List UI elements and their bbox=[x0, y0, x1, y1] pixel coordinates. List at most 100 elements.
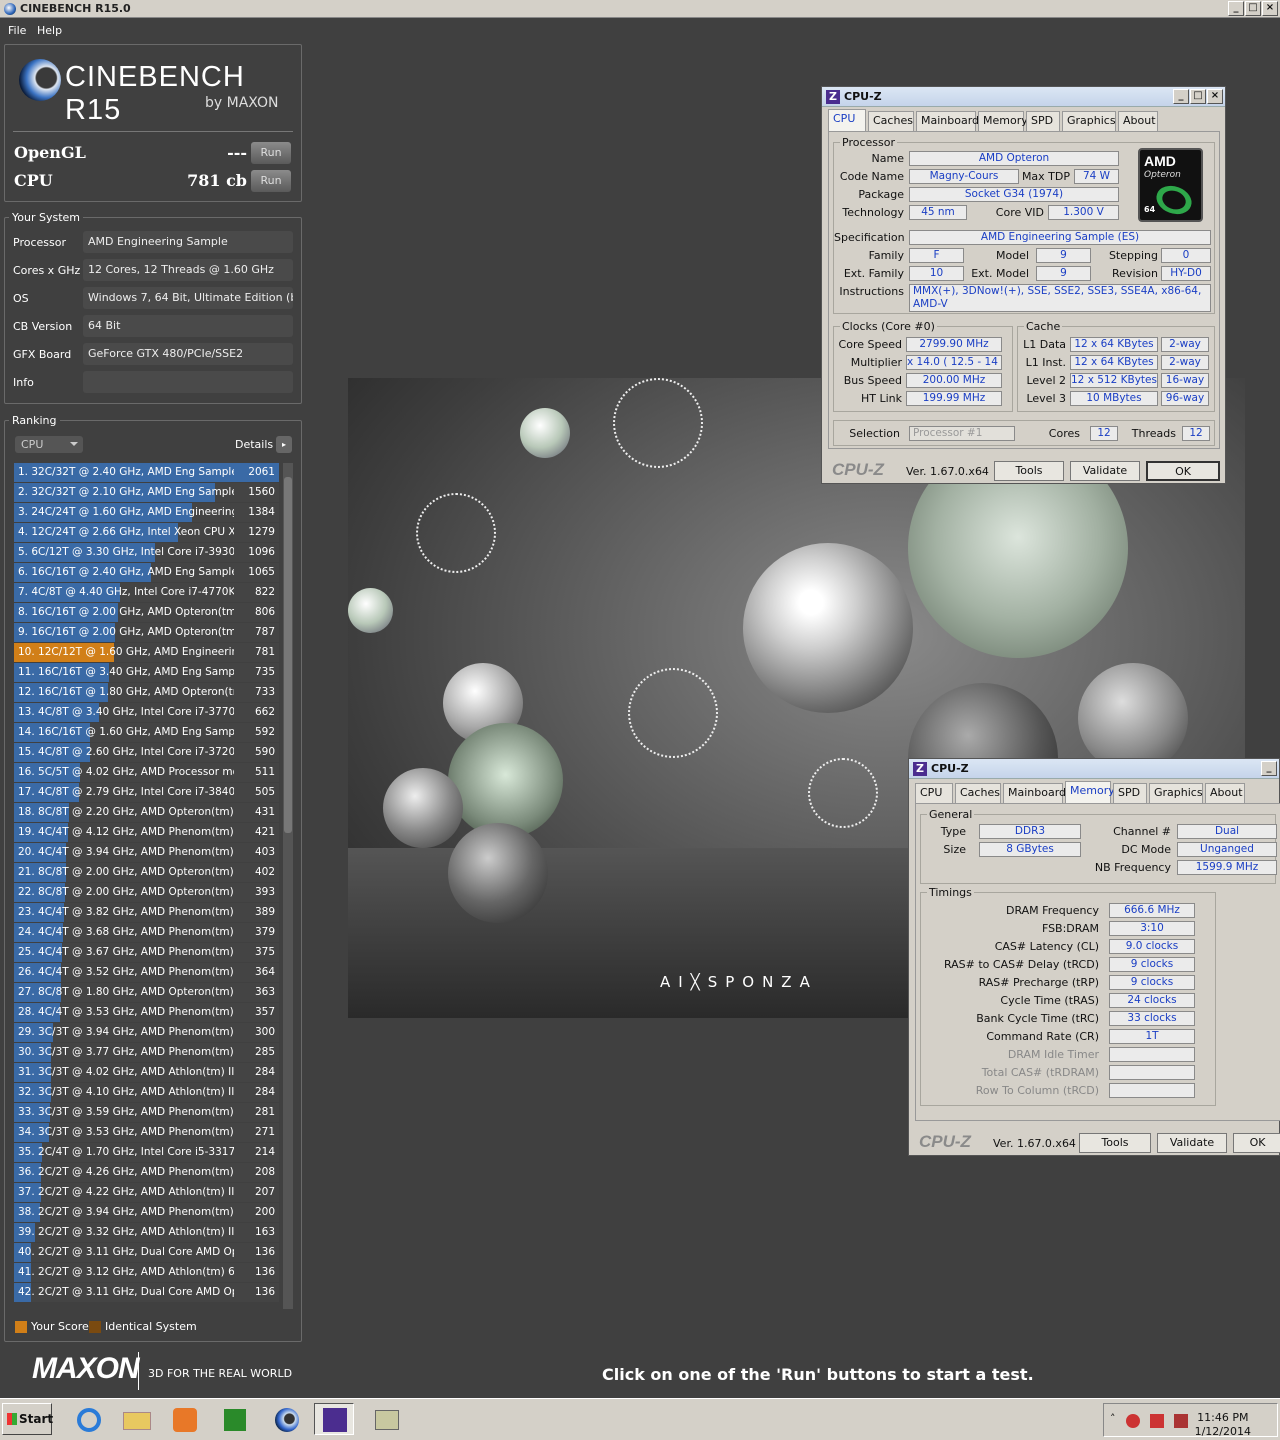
explorer-folder-icon[interactable] bbox=[116, 1403, 156, 1435]
tab-caches[interactable]: Caches bbox=[955, 783, 1001, 803]
close-button[interactable]: × bbox=[1207, 89, 1223, 104]
ranking-row[interactable]: 26. 4C/4T @ 3.52 GHz, AMD Phenom(tm) II … bbox=[14, 963, 279, 982]
ranking-row[interactable]: 8. 16C/16T @ 2.00 GHz, AMD Opteron(tm) P… bbox=[14, 603, 279, 622]
ranking-row[interactable]: 17. 4C/8T @ 2.79 GHz, Intel Core i7-3840… bbox=[14, 783, 279, 802]
tab-spd[interactable]: SPD bbox=[1113, 783, 1147, 803]
tab-graphics[interactable]: Graphics bbox=[1149, 783, 1203, 803]
tray-alert-icon[interactable] bbox=[1150, 1414, 1164, 1428]
ranking-row[interactable]: 13. 4C/8T @ 3.40 GHz, Intel Core i7-3770… bbox=[14, 703, 279, 722]
ranking-row[interactable]: 41. 2C/2T @ 3.12 GHz, AMD Athlon(tm) 64 … bbox=[14, 1263, 279, 1282]
label: Instructions bbox=[839, 285, 904, 298]
ranking-row[interactable]: 12. 16C/16T @ 1.80 GHz, AMD Opteron(tm) … bbox=[14, 683, 279, 702]
technology-field: 45 nm bbox=[909, 205, 967, 220]
ok-button[interactable]: OK bbox=[1233, 1133, 1280, 1153]
ranking-entry-score: 163 bbox=[254, 1226, 275, 1238]
ranking-row[interactable]: 38. 2C/2T @ 3.94 GHz, AMD Phenom(tm) II … bbox=[14, 1203, 279, 1222]
details-arrow-icon[interactable]: ▸ bbox=[276, 436, 292, 453]
details-label[interactable]: Details bbox=[235, 438, 273, 451]
ranking-entry-score: 285 bbox=[254, 1046, 275, 1058]
ranking-row[interactable]: 33. 3C/3T @ 3.59 GHz, AMD Phenom(tm) II … bbox=[14, 1103, 279, 1122]
close-button[interactable]: × bbox=[1262, 1, 1278, 16]
ranking-row[interactable]: 42. 2C/2T @ 3.11 GHz, Dual Core AMD Opte… bbox=[14, 1283, 279, 1302]
menu-file[interactable]: File bbox=[8, 24, 26, 37]
restore-button[interactable]: □ bbox=[1190, 89, 1206, 104]
ranking-row[interactable]: 24. 4C/4T @ 3.68 GHz, AMD Phenom(tm) II … bbox=[14, 923, 279, 942]
minimize-button[interactable]: _ bbox=[1228, 1, 1244, 16]
tab-about[interactable]: About bbox=[1118, 111, 1158, 131]
menu-help[interactable]: Help bbox=[37, 24, 62, 37]
ranking-row[interactable]: 5. 6C/12T @ 3.30 GHz, Intel Core i7-3930… bbox=[14, 543, 279, 562]
cinebench-taskbar-icon[interactable] bbox=[266, 1403, 306, 1435]
ranking-row[interactable]: 35. 2C/4T @ 1.70 GHz, Intel Core i5-3317… bbox=[14, 1143, 279, 1162]
ranking-row[interactable]: 15. 4C/8T @ 2.60 GHz, Intel Core i7-3720… bbox=[14, 743, 279, 762]
ranking-row[interactable]: 27. 8C/8T @ 1.80 GHz, AMD Opteron(tm) Pr… bbox=[14, 983, 279, 1002]
ok-button[interactable]: OK bbox=[1146, 461, 1220, 481]
ranking-row[interactable]: 21. 8C/8T @ 2.00 GHz, AMD Opteron(tm) Pr… bbox=[14, 863, 279, 882]
ranking-row[interactable]: 10. 12C/12T @ 1.60 GHz, AMD Engineering … bbox=[14, 643, 279, 662]
ranking-row[interactable]: 22. 8C/8T @ 2.00 GHz, AMD Opteron(tm) Pr… bbox=[14, 883, 279, 902]
ranking-row[interactable]: 25. 4C/4T @ 3.67 GHz, AMD Phenom(tm) II … bbox=[14, 943, 279, 962]
tab-mainboard[interactable]: Mainboard bbox=[1003, 783, 1066, 803]
label: Revision bbox=[1112, 267, 1158, 280]
ranking-row[interactable]: 30. 3C/3T @ 3.77 GHz, AMD Phenom(tm) II … bbox=[14, 1043, 279, 1062]
system-value: AMD Engineering Sample bbox=[83, 231, 293, 253]
system-clock[interactable]: 11:46 PM 1/12/2014 bbox=[1195, 1411, 1251, 1439]
ranking-row[interactable]: 7. 4C/8T @ 4.40 GHz, Intel Core i7-4770K… bbox=[14, 583, 279, 602]
amd-overdrive-icon[interactable] bbox=[214, 1403, 254, 1435]
minimize-button[interactable]: _ bbox=[1173, 89, 1189, 104]
ranking-row[interactable]: 11. 16C/16T @ 3.40 GHz, AMD Eng Sample, … bbox=[14, 663, 279, 682]
ranking-row[interactable]: 4. 12C/24T @ 2.66 GHz, Intel Xeon CPU X5… bbox=[14, 523, 279, 542]
tab-graphics[interactable]: Graphics bbox=[1062, 111, 1116, 131]
ranking-row[interactable]: 6. 16C/16T @ 2.40 GHz, AMD Eng Sample, Z… bbox=[14, 563, 279, 582]
ranking-row[interactable]: 36. 2C/2T @ 4.26 GHz, AMD Phenom(tm) II … bbox=[14, 1163, 279, 1182]
internet-explorer-icon[interactable] bbox=[68, 1403, 108, 1435]
ranking-row[interactable]: 2. 32C/32T @ 2.10 GHz, AMD Eng Sample, Z… bbox=[14, 483, 279, 502]
ranking-scrollbar[interactable] bbox=[283, 463, 293, 1309]
tab-spd[interactable]: SPD bbox=[1026, 111, 1060, 131]
tab-memory[interactable]: Memory bbox=[1065, 781, 1115, 803]
processor-select[interactable]: Processor #1 bbox=[909, 426, 1015, 441]
tab-about[interactable]: About bbox=[1205, 783, 1245, 803]
ranking-row[interactable]: 14. 16C/16T @ 1.60 GHz, AMD Eng Sample, … bbox=[14, 723, 279, 742]
ranking-row[interactable]: 20. 4C/4T @ 3.94 GHz, AMD Phenom(tm) II … bbox=[14, 843, 279, 862]
opengl-run-button[interactable]: Run bbox=[251, 142, 291, 164]
level2-field: 12 x 512 KBytes bbox=[1070, 373, 1158, 388]
ranking-row[interactable]: 40. 2C/2T @ 3.11 GHz, Dual Core AMD Opte… bbox=[14, 1243, 279, 1262]
tray-network-icon[interactable] bbox=[1174, 1414, 1188, 1428]
ranking-row[interactable]: 16. 5C/5T @ 4.02 GHz, AMD Processor mode… bbox=[14, 763, 279, 782]
tab-memory[interactable]: Memory bbox=[978, 111, 1028, 131]
tab-cpu[interactable]: CPU bbox=[828, 109, 866, 131]
tab-caches[interactable]: Caches bbox=[868, 111, 914, 131]
validate-button[interactable]: Validate bbox=[1157, 1133, 1227, 1153]
ranking-row[interactable]: 9. 16C/16T @ 2.00 GHz, AMD Opteron(tm) P… bbox=[14, 623, 279, 642]
ranking-row[interactable]: 3. 24C/24T @ 1.60 GHz, AMD Engineering S… bbox=[14, 503, 279, 522]
minimize-button[interactable]: _ bbox=[1261, 761, 1277, 776]
tools-button[interactable]: Tools bbox=[1079, 1133, 1151, 1153]
start-button[interactable]: Start bbox=[2, 1403, 53, 1435]
tray-chevron-icon[interactable]: ˄ bbox=[1110, 1412, 1116, 1425]
ranking-row[interactable]: 37. 2C/2T @ 4.22 GHz, AMD Athlon(tm) II … bbox=[14, 1183, 279, 1202]
tray-alert-icon[interactable] bbox=[1126, 1414, 1140, 1428]
ranking-row[interactable]: 34. 3C/3T @ 3.53 GHz, AMD Phenom(tm) II … bbox=[14, 1123, 279, 1142]
ranking-row[interactable]: 19. 4C/4T @ 4.12 GHz, AMD Phenom(tm) II … bbox=[14, 823, 279, 842]
ranking-entry-label: 28. 4C/4T @ 3.53 GHz, AMD Phenom(tm) II … bbox=[18, 1006, 234, 1018]
tab-cpu[interactable]: CPU bbox=[915, 783, 953, 803]
validate-button[interactable]: Validate bbox=[1070, 461, 1140, 481]
cpu-run-button[interactable]: Run bbox=[251, 170, 291, 192]
ranking-row[interactable]: 28. 4C/4T @ 3.53 GHz, AMD Phenom(tm) II … bbox=[14, 1003, 279, 1022]
ranking-row[interactable]: 31. 3C/3T @ 4.02 GHz, AMD Athlon(tm) II … bbox=[14, 1063, 279, 1082]
ranking-row[interactable]: 18. 8C/8T @ 2.20 GHz, AMD Opteron(tm) Pr… bbox=[14, 803, 279, 822]
ranking-row[interactable]: 23. 4C/4T @ 3.82 GHz, AMD Phenom(tm) II … bbox=[14, 903, 279, 922]
cpuz-taskbar-icon[interactable] bbox=[314, 1403, 354, 1435]
scrollbar-thumb[interactable] bbox=[284, 477, 292, 833]
ranking-type-select[interactable]: CPU bbox=[15, 436, 83, 453]
app-taskbar-icon[interactable] bbox=[366, 1403, 406, 1435]
ranking-row[interactable]: 39. 2C/2T @ 3.32 GHz, AMD Athlon(tm) II … bbox=[14, 1223, 279, 1242]
ranking-row[interactable]: 29. 3C/3T @ 3.94 GHz, AMD Phenom(tm) II … bbox=[14, 1023, 279, 1042]
media-player-icon[interactable] bbox=[164, 1403, 204, 1435]
tab-mainboard[interactable]: Mainboard bbox=[916, 111, 979, 131]
ranking-row[interactable]: 32. 3C/3T @ 4.10 GHz, AMD Athlon(tm) II … bbox=[14, 1083, 279, 1102]
tools-button[interactable]: Tools bbox=[994, 461, 1064, 481]
ranking-row[interactable]: 1. 32C/32T @ 2.40 GHz, AMD Eng Sample, Z… bbox=[14, 463, 279, 482]
restore-button[interactable]: □ bbox=[1245, 1, 1261, 16]
